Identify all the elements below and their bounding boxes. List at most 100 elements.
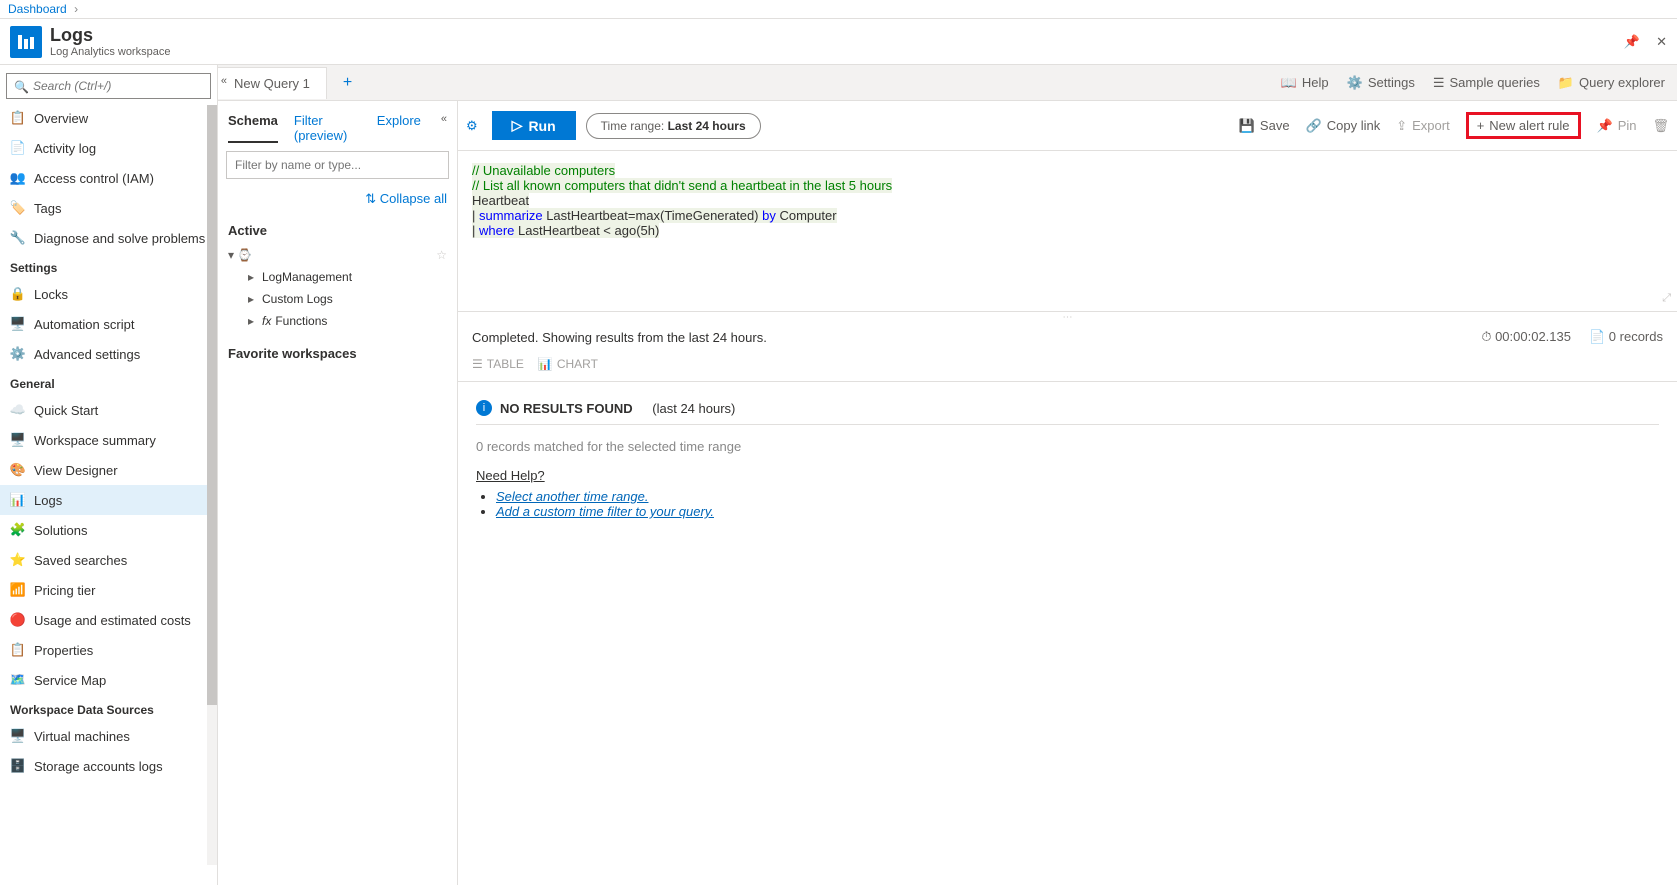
nav-solutions[interactable]: 🧩Solutions — [0, 515, 217, 545]
filter-icon[interactable]: ⚙ — [466, 118, 478, 134]
tab-bar: New Query 1 + 📖Help ⚙️Settings ☰Sample q… — [218, 65, 1677, 101]
duration-label: ⏱ 00:00:02.135 — [1481, 329, 1571, 345]
save-button[interactable]: 💾Save — [1239, 118, 1290, 134]
export-button[interactable]: ⇪Export — [1396, 118, 1449, 134]
nav-overview[interactable]: 📋Overview — [0, 103, 217, 133]
help-link-custom-filter[interactable]: Add a custom time filter to your query. — [496, 504, 714, 519]
results-status-bar: Completed. Showing results from the last… — [458, 321, 1677, 353]
tree-functions[interactable]: ▸ fx Functions — [226, 310, 449, 332]
map-icon: 🗺️ — [10, 672, 26, 688]
tree-logmanagement[interactable]: ▸LogManagement — [226, 266, 449, 288]
nav-service-map[interactable]: 🗺️Service Map — [0, 665, 217, 695]
logs-icon — [10, 26, 42, 58]
view-table-button[interactable]: ☰TABLE — [472, 357, 524, 371]
overview-icon: 📋 — [10, 110, 26, 126]
usage-icon: 🔴 — [10, 612, 26, 628]
tab-add-button[interactable]: + — [327, 66, 368, 100]
storage-icon: 🗄️ — [10, 758, 26, 774]
settings-button[interactable]: ⚙️Settings — [1347, 75, 1415, 91]
results-body: i NO RESULTS FOUND (last 24 hours) 0 rec… — [458, 382, 1677, 537]
page-header: Logs Log Analytics workspace 📌 ✕ — [0, 19, 1677, 65]
tree-customlogs[interactable]: ▸Custom Logs — [226, 288, 449, 310]
lock-icon: 🔒 — [10, 286, 26, 302]
pin-button[interactable]: 📌Pin — [1597, 118, 1637, 134]
nav-usage[interactable]: 🔴Usage and estimated costs — [0, 605, 217, 635]
pin-header-icon[interactable]: 📌 — [1624, 34, 1640, 50]
run-button[interactable]: ▷Run — [492, 111, 576, 140]
breadcrumb-sep: › — [74, 2, 78, 16]
vm-icon: 🖥️ — [10, 728, 26, 744]
query-explorer-button[interactable]: 📁Query explorer — [1558, 75, 1665, 91]
pane-divider[interactable]: ⋯ — [458, 311, 1677, 321]
status-text: Completed. Showing results from the last… — [472, 330, 767, 345]
breadcrumb-root[interactable]: Dashboard — [8, 2, 67, 16]
tag-icon: 🏷️ — [10, 200, 26, 216]
sidebar-scrollbar[interactable] — [207, 105, 217, 865]
query-editor[interactable]: // Unavailable computers // List all kno… — [458, 151, 1677, 311]
info-icon: i — [476, 400, 492, 416]
copylink-button[interactable]: 🔗Copy link — [1306, 118, 1381, 134]
nav-activity-log[interactable]: 📄Activity log — [0, 133, 217, 163]
search-icon: 🔍 — [14, 80, 29, 94]
new-alert-rule-button[interactable]: +New alert rule — [1466, 112, 1581, 139]
help-link-timerange[interactable]: Select another time range. — [496, 489, 648, 504]
nav-logs[interactable]: 📊Logs — [0, 485, 217, 515]
clock-icon: ⏱ — [1481, 329, 1491, 344]
schema-collapse-icon[interactable]: « — [441, 113, 447, 143]
sort-icon: ⇅ — [365, 191, 376, 206]
play-icon: ▷ — [512, 117, 523, 134]
page-title: Logs — [50, 25, 170, 46]
query-toolbar: ⚙ ▷Run Time range: Last 24 hours 💾Save 🔗… — [458, 101, 1677, 151]
nav-vms[interactable]: 🖥️Virtual machines — [0, 721, 217, 751]
sidebar: 🔍 « 📋Overview 📄Activity log 👥Access cont… — [0, 65, 218, 885]
nav-workspace-summary[interactable]: 🖥️Workspace summary — [0, 425, 217, 455]
expand-editor-icon[interactable]: ⤢ — [1662, 292, 1671, 305]
filter-tab[interactable]: Filter (preview) — [294, 113, 361, 143]
collapse-all-button[interactable]: ⇅ Collapse all — [226, 187, 449, 217]
time-range-selector[interactable]: Time range: Last 24 hours — [586, 113, 761, 139]
delete-icon[interactable]: 🗑 — [1652, 118, 1669, 134]
nav-diagnose[interactable]: 🔧Diagnose and solve problems — [0, 223, 217, 253]
export-icon: ⇪ — [1396, 118, 1407, 134]
nav-tags[interactable]: 🏷️Tags — [0, 193, 217, 223]
no-results-text: NO RESULTS FOUND — [500, 401, 633, 416]
breadcrumb[interactable]: Dashboard › — [0, 0, 1677, 19]
close-header-icon[interactable]: ✕ — [1656, 34, 1667, 50]
view-chart-button[interactable]: 📊CHART — [538, 357, 598, 371]
nav-pricing[interactable]: 📶Pricing tier — [0, 575, 217, 605]
help-button[interactable]: 📖Help — [1281, 75, 1329, 91]
nav-view-designer[interactable]: 🎨View Designer — [0, 455, 217, 485]
star-icon: ⭐ — [10, 552, 26, 568]
tree-root[interactable]: ▾ ⌚ ☆ — [226, 244, 449, 266]
logs-nav-icon: 📊 — [10, 492, 26, 508]
favorite-workspaces: Favorite workspaces — [226, 340, 449, 367]
nav-quick-start[interactable]: ☁️Quick Start — [0, 395, 217, 425]
nav-storage[interactable]: 🗄️Storage accounts logs — [0, 751, 217, 781]
pin-icon: 📌 — [1597, 118, 1613, 134]
nav-locks[interactable]: 🔒Locks — [0, 279, 217, 309]
sample-queries-button[interactable]: ☰Sample queries — [1433, 75, 1540, 91]
table-icon: ☰ — [472, 357, 483, 371]
active-section: Active — [226, 217, 449, 244]
explore-tab[interactable]: Explore — [377, 113, 421, 143]
save-icon: 💾 — [1239, 118, 1255, 134]
nav-access-control[interactable]: 👥Access control (IAM) — [0, 163, 217, 193]
page-subtitle: Log Analytics workspace — [50, 46, 170, 58]
records-icon: 📄 — [1589, 329, 1605, 344]
nav-properties[interactable]: 📋Properties — [0, 635, 217, 665]
folder-icon: 📁 — [1558, 75, 1574, 91]
nav-advanced[interactable]: ⚙️Advanced settings — [0, 339, 217, 369]
schema-filter-input[interactable] — [226, 151, 449, 179]
iam-icon: 👥 — [10, 170, 26, 186]
nav-saved-searches[interactable]: ⭐Saved searches — [0, 545, 217, 575]
list-icon: ☰ — [1433, 75, 1445, 91]
plus-icon: + — [1477, 118, 1485, 133]
sidebar-collapse-icon[interactable]: « — [221, 75, 227, 87]
search-input[interactable] — [6, 73, 211, 99]
tab-query-1[interactable]: New Query 1 — [218, 67, 327, 99]
schema-tab[interactable]: Schema — [228, 113, 278, 143]
summary-icon: 🖥️ — [10, 432, 26, 448]
designer-icon: 🎨 — [10, 462, 26, 478]
favorite-icon[interactable]: ☆ — [436, 248, 447, 262]
nav-automation[interactable]: 🖥️Automation script — [0, 309, 217, 339]
